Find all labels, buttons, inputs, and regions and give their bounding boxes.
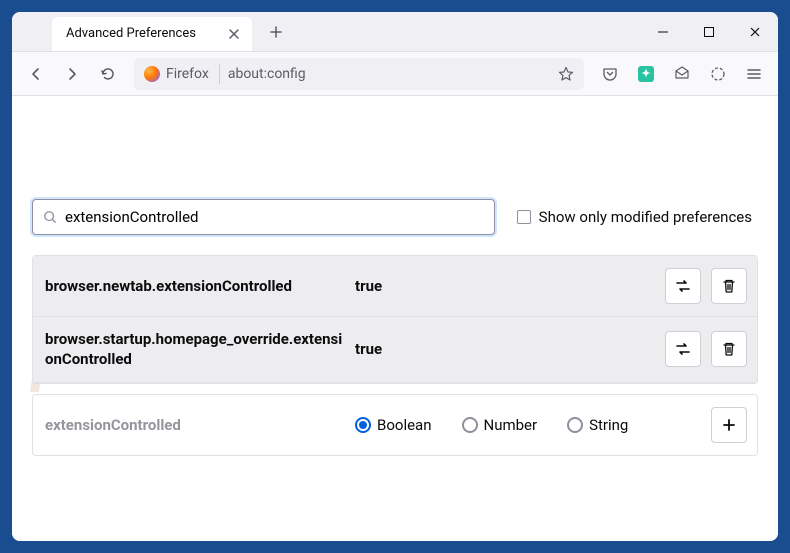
toggle-button[interactable] [665,331,701,367]
pocket-button[interactable] [594,58,626,90]
close-window-button[interactable] [732,12,778,52]
add-button[interactable] [711,407,747,443]
close-tab-button[interactable] [226,26,242,42]
type-radio-group: Boolean Number String [355,416,701,434]
new-preference-name: extensionControlled [45,416,345,434]
preference-value: true [355,340,655,358]
radio-label: Boolean [377,416,432,434]
about-config-content: pcrisk.com Show only modified preference… [12,96,778,541]
show-modified-checkbox[interactable]: Show only modified preferences [517,208,758,226]
titlebar: Advanced Preferences [12,12,778,52]
bookmark-star-icon[interactable] [558,66,574,82]
navigation-toolbar: Firefox about:config ✦ [12,52,778,96]
radio-icon [567,417,583,433]
browser-tab[interactable]: Advanced Preferences [52,17,252,51]
radio-label: String [589,416,628,434]
search-input[interactable] [65,208,484,226]
window-controls [640,12,778,52]
preference-value: true [355,277,655,295]
radio-string[interactable]: String [567,416,628,434]
show-modified-label: Show only modified preferences [539,208,752,226]
firefox-icon [144,66,160,82]
address-bar[interactable]: Firefox about:config [134,58,584,90]
radio-number[interactable]: Number [462,416,538,434]
account-button[interactable] [702,58,734,90]
radio-boolean[interactable]: Boolean [355,416,432,434]
search-icon [43,210,57,224]
back-button[interactable] [20,58,52,90]
mail-button[interactable] [666,58,698,90]
radio-icon [462,417,478,433]
toggle-button[interactable] [665,268,701,304]
forward-button[interactable] [56,58,88,90]
checkbox-icon [517,210,531,224]
preferences-list: browser.newtab.extensionControlled true … [32,255,758,384]
tab-title: Advanced Preferences [66,26,226,41]
extension-button[interactable]: ✦ [630,58,662,90]
preference-name: browser.startup.homepage_override.extens… [45,329,345,370]
search-row: Show only modified preferences [32,199,758,235]
new-preference-row: extensionControlled Boolean Number Strin… [32,394,758,456]
search-box[interactable] [32,199,495,235]
identity-label: Firefox [166,66,209,82]
identity-box[interactable]: Firefox [144,64,220,84]
browser-window: Advanced Preferences [12,12,778,541]
menu-button[interactable] [738,58,770,90]
preference-name: browser.newtab.extensionControlled [45,276,345,296]
reload-button[interactable] [92,58,124,90]
preference-row[interactable]: browser.newtab.extensionControlled true [33,256,757,317]
preference-row[interactable]: browser.startup.homepage_override.extens… [33,317,757,383]
delete-button[interactable] [711,268,747,304]
delete-button[interactable] [711,331,747,367]
radio-label: Number [484,416,538,434]
maximize-button[interactable] [686,12,732,52]
minimize-button[interactable] [640,12,686,52]
url-text: about:config [228,66,550,82]
radio-icon [355,417,371,433]
new-tab-button[interactable] [262,18,290,46]
